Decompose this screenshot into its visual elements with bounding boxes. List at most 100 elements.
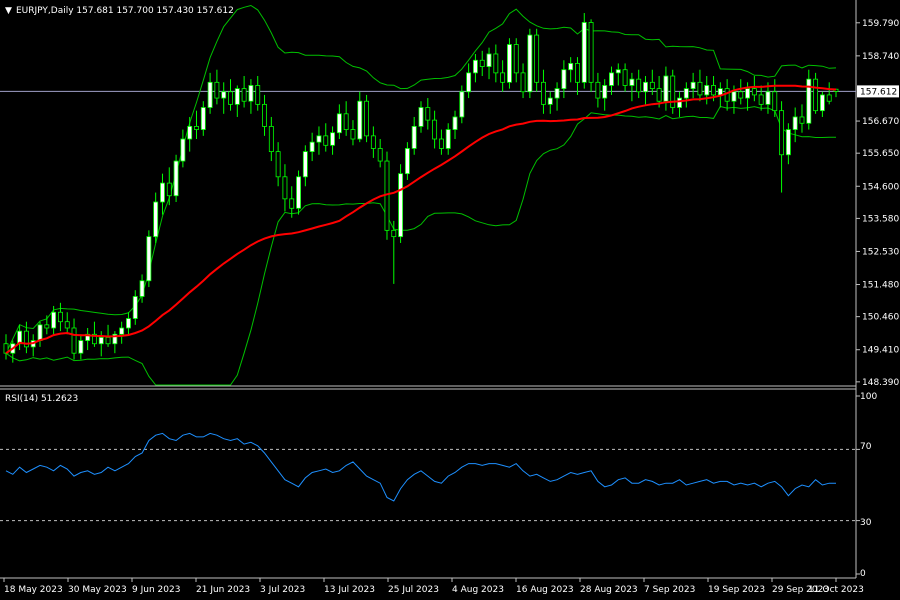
candle-body[interactable] [663,75,669,102]
candle-body[interactable] [268,126,274,153]
candle-body[interactable] [357,100,363,140]
candle-body[interactable] [738,91,744,99]
candle-body[interactable] [309,141,315,153]
candle-body[interactable] [731,91,737,102]
candle-body[interactable] [194,126,199,130]
candle-body[interactable] [71,327,77,354]
candle-body[interactable] [500,72,506,83]
candle-body[interactable] [432,119,438,140]
candle-body[interactable] [302,151,308,178]
candle-body[interactable] [452,116,458,130]
candle-body[interactable] [493,53,499,74]
candle-body[interactable] [214,81,220,99]
candle-body[interactable] [37,324,43,341]
candle-body[interactable] [622,69,628,86]
candle-body[interactable] [779,110,785,156]
candle-body[interactable] [615,69,621,74]
candle-body[interactable] [44,324,50,329]
candle-body[interactable] [792,116,798,130]
candle-body[interactable] [64,321,70,329]
candle-body[interactable] [228,91,233,105]
candle-body[interactable] [296,176,301,209]
candle-body[interactable] [391,229,397,238]
candle-body[interactable] [683,88,689,99]
candle-body[interactable] [166,182,172,197]
candle-body[interactable] [364,100,370,137]
candle-body[interactable] [486,53,492,67]
candle-body[interactable] [234,88,240,105]
candle-body[interactable] [690,81,696,90]
candle-body[interactable] [588,22,594,83]
candle-body[interactable] [262,103,267,127]
candle-body[interactable] [595,81,601,99]
candle-body[interactable] [398,173,404,238]
candle-body[interactable] [799,116,805,124]
candle-body[interactable] [350,129,356,140]
candle-body[interactable] [418,107,424,127]
candle-body[interactable] [649,81,655,90]
candle-body[interactable] [173,160,179,197]
candle-body[interactable] [717,88,723,96]
header-arrow-icon[interactable]: ▼ [5,6,12,16]
candle-body[interactable] [275,151,281,178]
candle-body[interactable] [507,44,512,83]
candle-body[interactable] [724,88,730,102]
candle-body[interactable] [119,327,125,335]
candle-body[interactable] [513,44,519,74]
candle-body[interactable] [289,198,295,209]
candle-body[interactable] [343,113,349,130]
candle-body[interactable] [826,94,832,102]
candle-body[interactable] [459,91,465,118]
candle-body[interactable] [581,22,587,83]
candle-body[interactable] [568,63,574,71]
candle-body[interactable] [554,88,560,99]
candle-body[interactable] [751,88,757,96]
candle-body[interactable] [78,340,84,354]
candle-body[interactable] [636,78,642,93]
candle-body[interactable] [466,72,472,93]
candle-body[interactable] [241,88,247,102]
candle-body[interactable] [520,72,526,93]
candle-body[interactable] [323,135,329,146]
candle-body[interactable] [51,311,57,329]
candle-body[interactable] [377,148,383,162]
candle-body[interactable] [472,59,478,74]
candle-body[interactable] [711,85,716,96]
candle-body[interactable] [160,182,165,203]
candle-body[interactable] [132,296,138,319]
candle-body[interactable] [479,59,485,67]
candle-body[interactable] [561,69,567,90]
candle-body[interactable] [255,85,261,105]
candle-body[interactable] [677,97,682,108]
candle-body[interactable] [527,34,533,93]
candle-body[interactable] [697,81,703,96]
candle-body[interactable] [609,72,614,86]
candle-body[interactable] [207,81,213,108]
candle-body[interactable] [785,129,791,156]
candle-body[interactable] [819,94,825,112]
candle-body[interactable] [146,236,152,282]
candle-body[interactable] [629,78,635,86]
candle-body[interactable] [772,91,778,112]
candle-body[interactable] [98,337,104,345]
candle-body[interactable] [221,91,227,99]
candle-body[interactable] [282,176,288,200]
candle-body[interactable] [745,88,750,99]
candle-body[interactable] [105,337,111,345]
candle-body[interactable] [404,148,410,175]
candle-body[interactable] [370,135,376,149]
candle-body[interactable] [316,135,322,143]
candle-body[interactable] [57,311,63,323]
candle-body[interactable] [534,34,540,83]
candle-body[interactable] [813,78,819,112]
candle-body[interactable] [541,81,546,105]
candle-body[interactable] [139,280,145,297]
candle-body[interactable] [180,138,186,162]
candle-body[interactable] [656,88,662,102]
candle-body[interactable] [425,107,431,121]
candle-body[interactable] [336,113,342,134]
candle-body[interactable] [187,126,193,140]
candle-body[interactable] [438,138,444,149]
candle-body[interactable] [575,63,580,83]
candle-body[interactable] [248,85,254,102]
